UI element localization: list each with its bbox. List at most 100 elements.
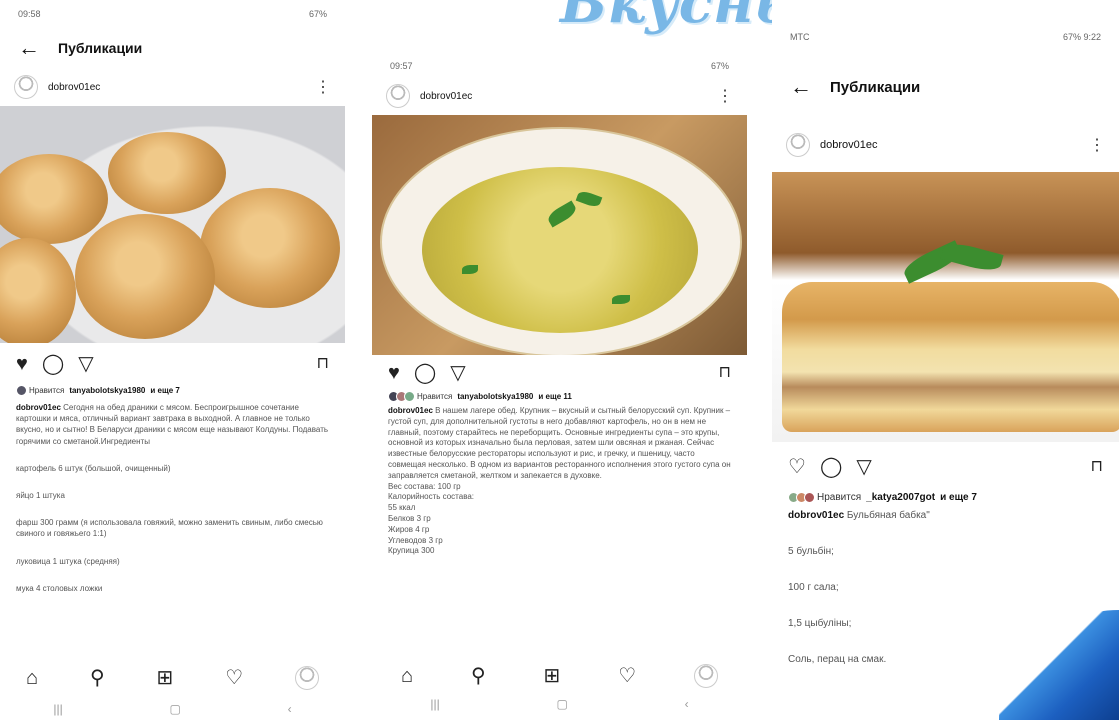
bookmark-icon[interactable]: ⊓ (317, 356, 329, 372)
add-icon[interactable]: ⊞ (157, 668, 174, 688)
bookmark-icon[interactable]: ⊓ (1091, 459, 1103, 475)
caption-line: Жиров 4 гр (388, 524, 430, 534)
comment-icon[interactable]: ◯ (414, 363, 436, 383)
caption-line: луковица 1 штука (средняя) (16, 556, 120, 566)
likes-line[interactable]: Нравится tanyabolotskya1980 и еще 11 (372, 391, 747, 402)
caption-user[interactable]: dobrov01ec (16, 403, 61, 412)
profile-icon[interactable] (295, 666, 320, 690)
caption-line: Углеводов 3 гр (388, 535, 443, 545)
page-title: Публикации (830, 78, 921, 96)
post-photo[interactable] (372, 115, 747, 355)
caption-line: Вес состава: 100 гр (388, 481, 461, 491)
bookmark-icon[interactable]: ⊓ (719, 365, 731, 381)
status-time: 09:58 (18, 9, 41, 19)
add-icon[interactable]: ⊞ (544, 666, 561, 686)
home-system-icon[interactable]: ▢ (557, 697, 568, 711)
status-bar: МТС 67% 9:22 (772, 0, 1119, 74)
username[interactable]: dobrov01ec (820, 139, 1089, 151)
likes-line[interactable]: Нравится tanyabolotskya1980 и еще 7 (0, 385, 345, 396)
back-icon[interactable]: ← (790, 76, 812, 98)
caption-user[interactable]: dobrov01ec (788, 510, 844, 521)
avatar[interactable] (14, 75, 38, 99)
caption-line: 100 г сала; (788, 582, 839, 593)
bottom-nav: ⌂ ⚲ ⊞ ♡ (372, 658, 747, 694)
likes-prefix: Нравится (29, 386, 65, 395)
post-photo[interactable] (772, 172, 1119, 442)
post-caption: dobrov01ec Сегодня на обед драники с мяс… (0, 402, 345, 594)
caption-line: Крупица 300 (388, 546, 435, 556)
phone-screen-2: 09:57 67% dobrov01ec ⋮ ♥ ◯ ▽ ⊓ Нравится … (372, 55, 747, 720)
status-battery: 67% (710, 61, 729, 71)
caption-line: мука 4 столовых ложки (16, 583, 103, 593)
caption-text: Бульбяная бабка" (846, 510, 930, 521)
caption-text: В нашем лагере обед. Крупник – вкусный и… (388, 406, 731, 480)
comment-icon[interactable]: ◯ (42, 354, 64, 374)
likes-count[interactable]: и еще 7 (940, 492, 977, 503)
likes-count[interactable]: и еще 7 (150, 386, 179, 395)
recents-icon[interactable]: ||| (430, 697, 439, 711)
likes-user[interactable]: _katya2007got (866, 492, 935, 503)
post-actions: ♥ ◯ ▽ ⊓ (0, 343, 345, 385)
post-header: dobrov01ec ⋮ (372, 77, 747, 115)
share-icon[interactable]: ▽ (78, 354, 93, 374)
header: ← Публикации (772, 74, 1119, 100)
username[interactable]: dobrov01ec (48, 82, 315, 93)
back-system-icon[interactable]: ‹ (288, 702, 292, 716)
page-title: Публикации (58, 40, 143, 56)
caption-line: фарш 300 грамм (я использовала говяжий, … (16, 518, 323, 539)
system-nav: ||| ▢ ‹ (372, 697, 747, 711)
status-carrier: МТС (790, 32, 810, 42)
phone-screen-1: 09:58 67% ← Публикации dobrov01ec ⋮ ♥ ◯ … (0, 0, 345, 720)
avatar[interactable] (786, 133, 810, 157)
heart-icon[interactable]: ♥ (388, 363, 400, 383)
search-icon[interactable]: ⚲ (471, 666, 486, 686)
caption-line: картофель 6 штук (большой, очищенный) (16, 463, 171, 473)
bottom-nav: ⌂ ⚲ ⊞ ♡ (0, 660, 345, 696)
share-icon[interactable]: ▽ (856, 457, 871, 477)
likes-count[interactable]: и еще 11 (538, 392, 571, 401)
more-icon[interactable]: ⋮ (1089, 135, 1105, 155)
back-system-icon[interactable]: ‹ (685, 697, 689, 711)
caption-text: Сегодня на обед драники с мясом. Беспрои… (16, 403, 329, 446)
heart-icon[interactable]: ♡ (788, 457, 806, 477)
profile-icon[interactable] (694, 664, 719, 688)
activity-icon[interactable]: ♡ (618, 666, 636, 686)
username[interactable]: dobrov01ec (420, 91, 717, 102)
more-icon[interactable]: ⋮ (717, 86, 733, 106)
post-photo[interactable] (0, 106, 345, 343)
likes-prefix: Нравится (817, 492, 862, 503)
home-icon[interactable]: ⌂ (401, 666, 413, 686)
search-icon[interactable]: ⚲ (90, 668, 105, 688)
likes-line[interactable]: Нравится _katya2007got и еще 7 (772, 492, 1119, 503)
likes-user[interactable]: tanyabolotskya1980 (457, 392, 533, 401)
likes-user[interactable]: tanyabolotskya1980 (69, 386, 145, 395)
home-icon[interactable]: ⌂ (26, 668, 38, 688)
more-icon[interactable]: ⋮ (315, 77, 331, 97)
phone-screen-3: МТС 67% 9:22 ← Публикации dobrov01ec ⋮ ♡… (772, 0, 1119, 720)
status-battery: 67% 9:22 (1062, 32, 1101, 42)
home-system-icon[interactable]: ▢ (170, 702, 181, 716)
post-header: dobrov01ec ⋮ (772, 100, 1119, 172)
caption-line: 55 ккал (388, 503, 416, 513)
caption-line: яйцо 1 штука (16, 490, 65, 500)
heart-icon[interactable]: ♥ (16, 354, 28, 374)
status-bar: 09:57 67% (372, 55, 747, 77)
caption-user[interactable]: dobrov01ec (388, 406, 433, 415)
status-bar: 09:58 67% (0, 0, 345, 28)
recents-icon[interactable]: ||| (53, 702, 62, 716)
header: ← Публикации (0, 28, 345, 68)
post-header: dobrov01ec ⋮ (0, 68, 345, 106)
back-icon[interactable]: ← (18, 37, 40, 59)
likes-prefix: Нравится (417, 392, 453, 401)
avatar[interactable] (386, 84, 410, 108)
status-battery: 67% (308, 9, 327, 19)
activity-icon[interactable]: ♡ (225, 668, 243, 688)
caption-line: Калорийность состава: (388, 492, 475, 502)
post-actions: ♥ ◯ ▽ ⊓ (372, 355, 747, 391)
post-caption: dobrov01ec В нашем лагере обед. Крупник … (372, 406, 747, 557)
caption-line: 5 бульбін; (788, 546, 834, 557)
post-actions: ♡ ◯ ▽ ⊓ (772, 442, 1119, 492)
comment-icon[interactable]: ◯ (820, 457, 842, 477)
system-nav: ||| ▢ ‹ (0, 702, 345, 716)
share-icon[interactable]: ▽ (450, 363, 465, 383)
